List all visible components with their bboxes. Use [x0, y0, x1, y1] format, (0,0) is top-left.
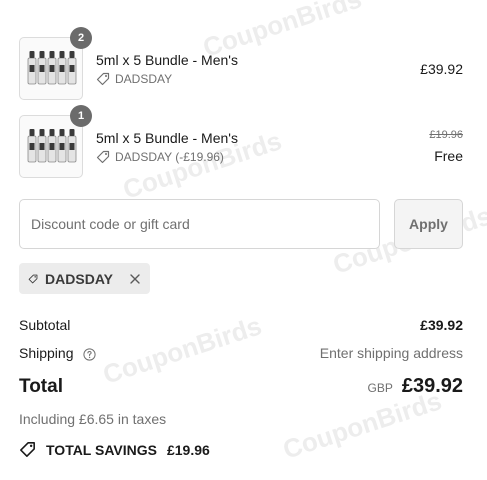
currency-code: GBP [367, 381, 393, 395]
savings-label: TOTAL SAVINGS [46, 441, 157, 458]
total-amount-group: GBP £39.92 [367, 375, 463, 398]
tag-icon [20, 442, 35, 457]
product-thumbnail: 1 [19, 105, 92, 178]
bottles-icon [27, 129, 77, 163]
product-title: 5ml x 5 Bundle - Men's [96, 52, 238, 68]
total-label: Total [19, 375, 63, 397]
applied-discount-chip: DADSDAY [19, 263, 150, 294]
cart-line-item: 2 5ml x 5 Bundle - Men's DADSDAY £39.92 [19, 27, 463, 100]
bottles-icon [27, 51, 77, 85]
total-savings: TOTAL SAVINGS £19.96 [19, 441, 210, 458]
applied-discount-code: DADSDAY [45, 270, 113, 287]
shipping-row: Shipping Enter shipping address [19, 345, 463, 361]
quantity-badge: 1 [70, 105, 92, 127]
remove-discount-button[interactable] [129, 273, 141, 285]
tag-icon [28, 274, 38, 283]
item-price: Free [434, 148, 463, 164]
close-icon [130, 273, 140, 284]
subtotal-label: Subtotal [19, 317, 71, 333]
apply-button[interactable]: Apply [394, 199, 463, 249]
help-icon[interactable] [83, 348, 96, 361]
subtotal-row: Subtotal £39.92 [19, 317, 463, 333]
item-discount-code: DADSDAY (-£19.96) [115, 150, 224, 164]
tag-icon [96, 150, 110, 164]
total-row: Total GBP £39.92 [19, 375, 463, 398]
tag-icon [96, 72, 110, 86]
product-title: 5ml x 5 Bundle - Men's [96, 130, 238, 146]
total-value: £39.92 [401, 375, 463, 397]
savings-value: £19.96 [166, 441, 210, 458]
taxes-note: Including £6.65 in taxes [19, 411, 167, 427]
shipping-value: Enter shipping address [319, 345, 463, 361]
quantity-badge: 2 [70, 27, 92, 49]
item-discount-code: DADSDAY [115, 72, 173, 86]
discount-code-input[interactable] [19, 199, 380, 249]
cart-line-item: 1 5ml x 5 Bundle - Men's DADSDAY (-£19.9… [19, 105, 463, 178]
item-discount: DADSDAY [96, 72, 172, 86]
item-price: £39.92 [420, 61, 463, 77]
shipping-label-group: Shipping [19, 345, 96, 361]
shipping-label: Shipping [19, 345, 74, 361]
subtotal-value: £39.92 [420, 317, 463, 333]
item-discount: DADSDAY (-£19.96) [96, 150, 224, 164]
original-price: £19.96 [429, 129, 463, 141]
product-thumbnail: 2 [19, 27, 92, 100]
